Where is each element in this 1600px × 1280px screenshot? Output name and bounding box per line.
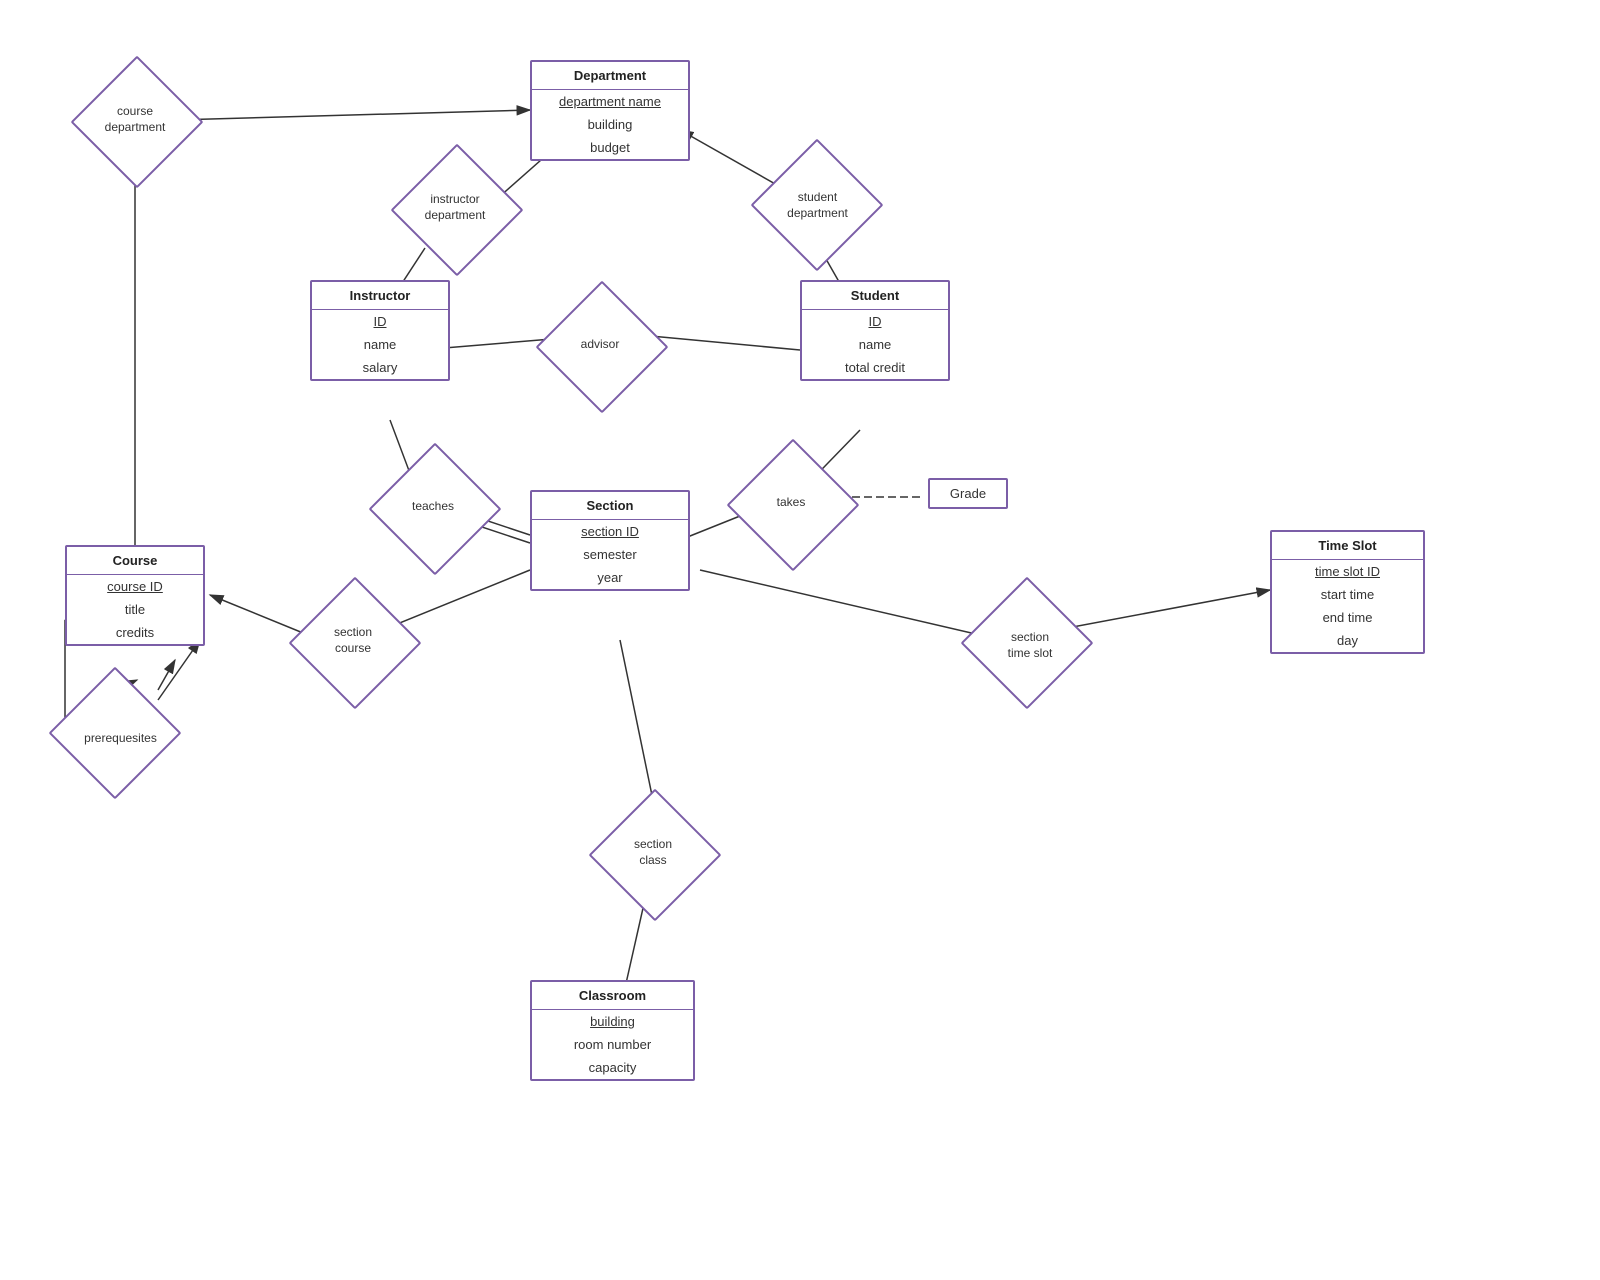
takes-label: takes [777, 495, 806, 511]
course-attr-credits: credits [67, 621, 203, 644]
timeslot-title: Time Slot [1272, 532, 1423, 560]
section-title: Section [532, 492, 688, 520]
instructor-attr-salary: salary [312, 356, 448, 379]
timeslot-attr-end: end time [1272, 606, 1423, 629]
instructor-department-diamond: instructordepartment [410, 163, 500, 253]
prereq-label: prerequesites [84, 731, 157, 747]
section-entity: Section section ID semester year [530, 490, 690, 591]
section-attr-id: section ID [532, 520, 688, 543]
timeslot-attr-start: start time [1272, 583, 1423, 606]
course-title: Course [67, 547, 203, 575]
classroom-attr-building: building [532, 1010, 693, 1033]
department-entity: Department department name building budg… [530, 60, 690, 161]
section-course-label: sectioncourse [334, 625, 372, 656]
instructor-title: Instructor [312, 282, 448, 310]
classroom-attr-capacity: capacity [532, 1056, 693, 1079]
section-class-diamond: sectionclass [608, 808, 698, 898]
instructor-entity: Instructor ID name salary [310, 280, 450, 381]
department-attr-budget: budget [532, 136, 688, 159]
takes-diamond: takes [746, 458, 836, 548]
department-title: Department [532, 62, 688, 90]
advisor-diamond: advisor [555, 300, 645, 390]
timeslot-attr-id: time slot ID [1272, 560, 1423, 583]
section-course-diamond: sectioncourse [308, 596, 398, 686]
teaches-label: teaches [412, 499, 454, 515]
prereq-diamond: prerequesites [68, 686, 173, 791]
instructor-department-label: instructordepartment [425, 192, 486, 223]
advisor-label: advisor [581, 337, 620, 353]
student-attr-name: name [802, 333, 948, 356]
instructor-attr-name: name [312, 333, 448, 356]
section-timeslot-diamond: sectiontime slot [980, 596, 1080, 696]
classroom-entity: Classroom building room number capacity [530, 980, 695, 1081]
department-attr-building: building [532, 113, 688, 136]
section-timeslot-label: sectiontime slot [1008, 630, 1053, 661]
student-department-diamond: studentdepartment [770, 158, 865, 253]
classroom-attr-room: room number [532, 1033, 693, 1056]
timeslot-entity: Time Slot time slot ID start time end ti… [1270, 530, 1425, 654]
course-attr-id: course ID [67, 575, 203, 598]
instructor-attr-id: ID [312, 310, 448, 333]
course-attr-title: title [67, 598, 203, 621]
student-title: Student [802, 282, 948, 310]
grade-label: Grade [930, 480, 1006, 507]
department-attr-name: department name [532, 90, 688, 113]
grade-box: Grade [928, 478, 1008, 509]
section-attr-semester: semester [532, 543, 688, 566]
section-class-label: sectionclass [634, 837, 672, 868]
course-department-label: coursedepartment [105, 104, 166, 135]
teaches-diamond: teaches [388, 462, 478, 552]
classroom-title: Classroom [532, 982, 693, 1010]
student-department-label: studentdepartment [787, 190, 848, 221]
student-attr-credit: total credit [802, 356, 948, 379]
student-attr-id: ID [802, 310, 948, 333]
timeslot-attr-day: day [1272, 629, 1423, 652]
section-attr-year: year [532, 566, 688, 589]
student-entity: Student ID name total credit [800, 280, 950, 381]
course-department-diamond: coursedepartment [90, 75, 180, 165]
course-entity: Course course ID title credits [65, 545, 205, 646]
